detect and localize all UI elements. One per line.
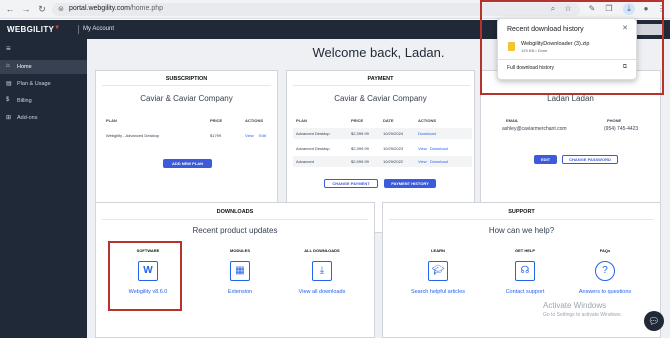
column-header: PLAN [106,118,117,123]
downloads-subtitle: Recent product updates [192,226,278,235]
get-help-column: GET HELP ☊ Contact support [494,248,556,295]
column-header: ACTIONS [245,118,263,123]
divider [293,85,470,86]
highlight-box [108,241,182,311]
all-downloads-column: ALL DOWNLOADS ⤓ View all downloads [291,248,353,295]
dollar-icon: $ [6,97,10,103]
sidebar-item-label: Billing [17,98,32,104]
change-password-button[interactable]: CHANGE PASSWORD [562,155,618,164]
popup-highlight-box [480,0,664,95]
row-plan: Advanced Desktop [296,146,330,151]
sidebar-item-add-ons[interactable]: ⊞ Add-ons [0,111,87,125]
column-header: DATE [383,118,394,123]
header-title: My Account [83,26,115,32]
search-articles-link[interactable]: Search helpful articles [407,289,469,295]
faqs-column: FAQs ? Answers to questions [574,248,636,295]
add-new-plan-button[interactable]: ADD NEW PLAN [163,159,212,168]
column-header: ACTIONS [418,118,436,123]
graduation-cap-icon[interactable]: 🎓︎ [428,261,448,281]
phone-value: (954) 745-4423 [604,126,639,132]
reload-icon[interactable]: ↻ [36,3,48,15]
email-label: EMAIL [506,118,519,123]
edit-profile-button[interactable]: EDIT [534,155,557,164]
column-header: PRICE [210,118,223,123]
url-text: portal.webgility.com/home.php [69,5,164,12]
email-value: ashley@caviarmerchant.com [502,126,567,132]
home-icon: ⌂ [6,63,10,69]
forward-icon[interactable]: → [20,3,32,15]
header-divider [78,25,79,34]
download-link[interactable]: Download [418,131,436,136]
download-link[interactable]: Download [430,159,448,164]
headset-icon[interactable]: ☊ [515,261,535,281]
row-price: $2,399.99 [351,131,369,136]
edit-link[interactable]: Edit [259,133,266,138]
learn-column: LEARN 🎓︎ Search helpful articles [407,248,469,295]
company-name: Caviar & Caviar Company [334,94,427,103]
view-link[interactable]: View [418,159,427,164]
chat-icon[interactable]: 💬︎ [644,311,664,331]
card-title: SUBSCRIPTION [165,76,208,82]
row-price: $2,399.99 [351,146,369,151]
extension-link[interactable]: Extension [209,289,271,295]
company-name: Caviar & Caviar Company [140,94,233,103]
divider [389,219,654,220]
row-plan: Advanced [296,159,314,164]
plan-price: $1799 [210,133,222,138]
column-head: LEARN [431,248,445,253]
row-price: $2,999.99 [351,159,369,164]
sidebar-item-plan-usage[interactable]: ▤ Plan & Usage [0,77,87,91]
card-title: SUPPORT [508,209,535,215]
contact-support-link[interactable]: Contact support [494,289,556,295]
grid-icon: ⊞ [6,115,12,121]
row-date: 10/29/2024 [383,131,404,136]
sidebar-item-label: Add-ons [17,115,38,121]
plan-name: Webgility - Advanced Desktop [106,133,160,138]
column-head: FAQs [599,248,611,253]
site-info-icon[interactable]: ⊜ [58,5,64,13]
change-payment-button[interactable]: CHANGE PAYMENT [324,179,378,188]
hamburger-icon[interactable]: ≡ [6,44,11,53]
profile-name: Ladan Ladan [547,94,594,103]
answers-link[interactable]: Answers to questions [574,289,636,295]
activate-windows-sub: Go to Settings to activate Windows. [543,312,622,318]
divider [102,219,368,220]
download-link[interactable]: Download [430,146,448,151]
view-all-downloads-link[interactable]: View all downloads [291,289,353,295]
row-plan: Advanced Desktop [296,131,330,136]
view-link[interactable]: View [418,146,427,151]
storefront-icon[interactable]: ▦ [230,261,250,281]
divider [102,85,271,86]
phone-label: PHONE [607,118,622,123]
card-title: DOWNLOADS [216,209,254,215]
row-date: 10/29/2022 [383,159,404,164]
modules-column: MODULES ▦ Extension [209,248,271,295]
sidebar-item-label: Home [17,64,32,70]
column-head: ALL DOWNLOADS [304,248,340,253]
column-head: MODULES [230,248,250,253]
column-head: GET HELP [514,248,535,253]
document-icon: ▤ [6,81,12,87]
activate-windows-title: Activate Windows [543,301,607,310]
card-title: PAYMENT [367,76,394,82]
table-row: Advanced $2,999.99 10/29/2022 View Downl… [293,156,472,167]
sidebar-item-home[interactable]: ⌂ Home [0,60,87,74]
column-header: PLAN [296,118,307,123]
back-icon[interactable]: ← [4,3,16,15]
view-link[interactable]: View [245,133,254,138]
row-date: 10/29/2023 [383,146,404,151]
sidebar-item-billing[interactable]: $ Billing [0,94,87,108]
column-header: PRICE [351,118,364,123]
sidebar-item-label: Plan & Usage [17,81,51,87]
payment-history-button[interactable]: PAYMENT HISTORY [384,179,436,188]
sidebar: ≡ ⌂ Home ▤ Plan & Usage $ Billing ⊞ Add-… [0,39,87,338]
table-row: Advanced Desktop $2,399.99 10/29/2024 Do… [293,128,472,139]
support-subtitle: How can we help? [488,226,555,235]
webgility-logo[interactable]: WEBGILITY▼ [7,25,60,34]
download-icon[interactable]: ⤓ [312,261,332,281]
question-icon[interactable]: ? [595,261,615,281]
